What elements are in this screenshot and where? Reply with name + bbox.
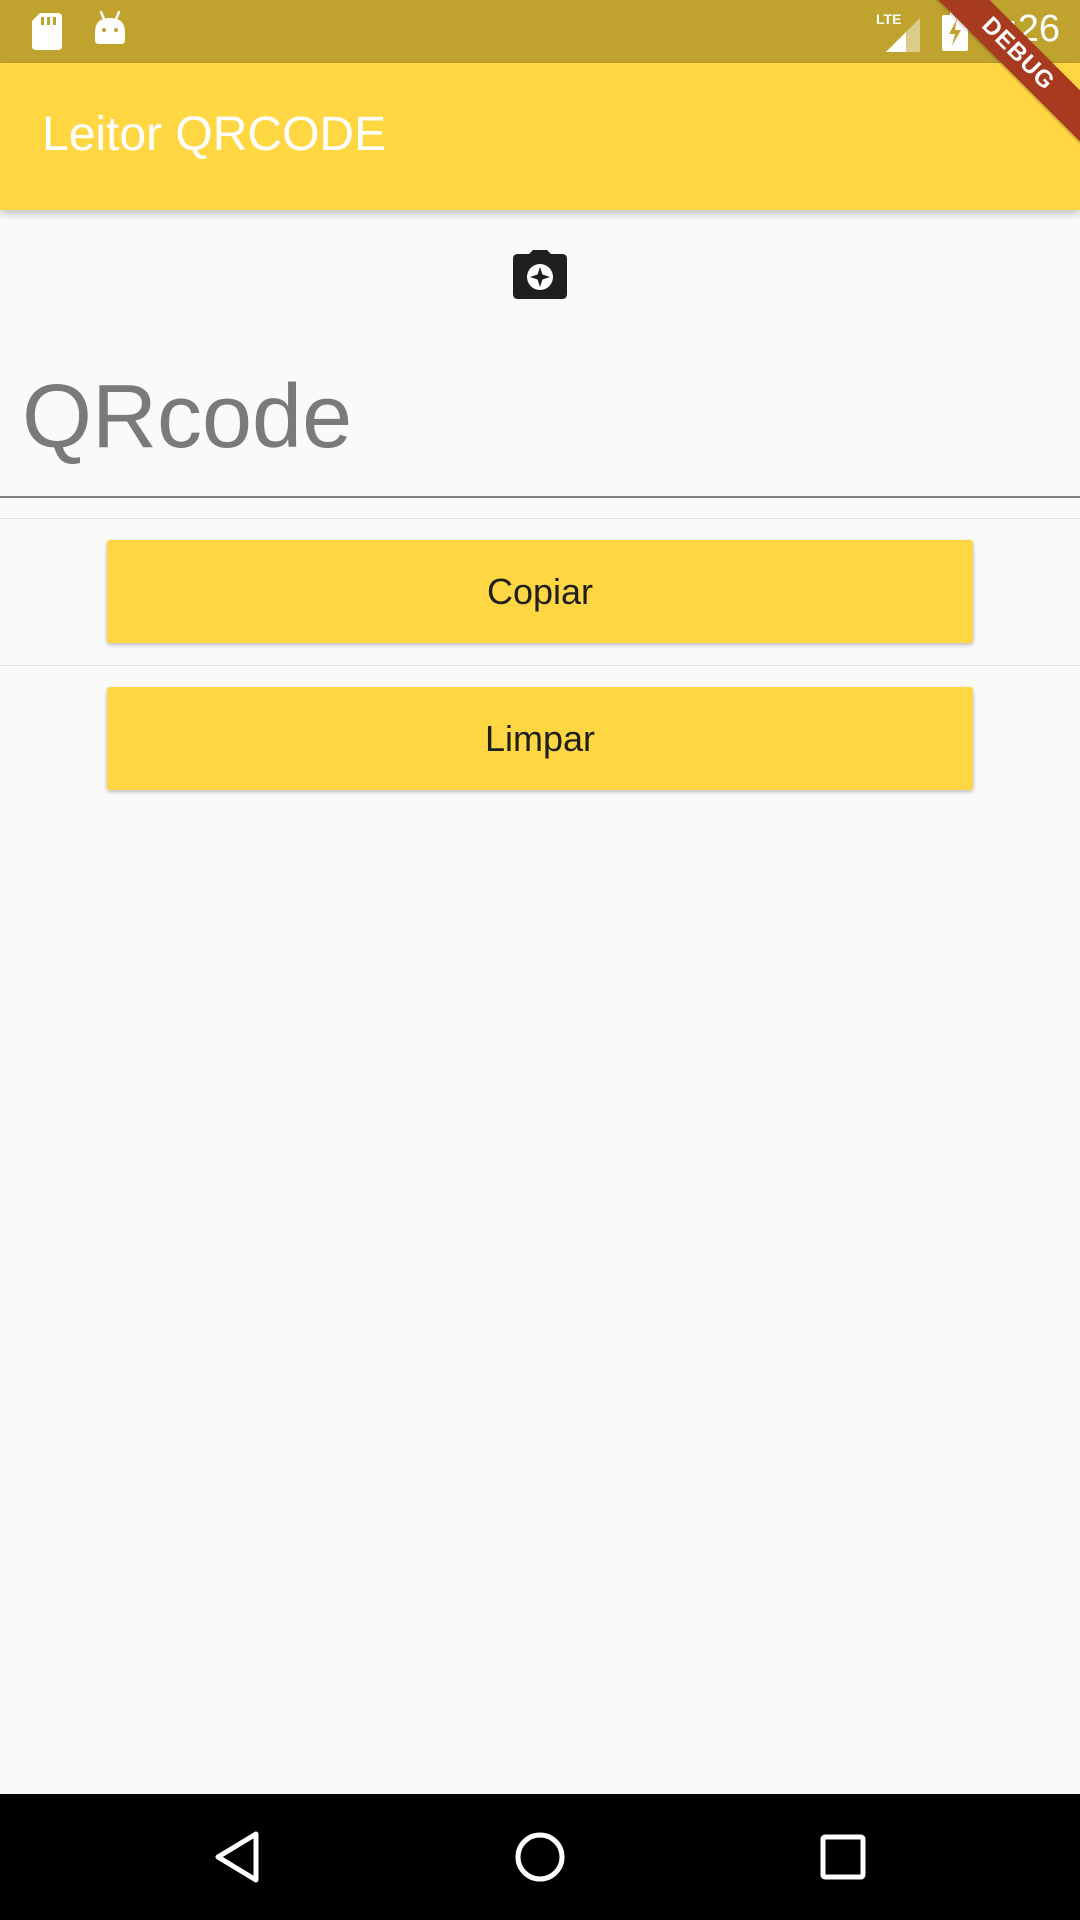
- lte-signal-icon: LTE: [876, 11, 920, 52]
- sd-card-icon: [32, 13, 62, 50]
- page-title: Leitor QRCODE: [42, 108, 387, 161]
- scan-button[interactable]: [500, 240, 580, 310]
- qr-code-field: [0, 340, 1080, 498]
- divider: [0, 665, 1080, 666]
- app-bar: Leitor QRCODE: [0, 63, 1080, 210]
- qr-code-input[interactable]: [22, 366, 1062, 469]
- field-underline: [0, 496, 1080, 498]
- home-button[interactable]: [507, 1824, 573, 1890]
- recents-button[interactable]: [810, 1824, 876, 1890]
- divider: [0, 518, 1080, 519]
- back-icon: [215, 1831, 259, 1883]
- status-bar: LTE 9:26: [0, 0, 1080, 63]
- copy-button-label: Copiar: [486, 570, 594, 612]
- camera-icon: [513, 250, 567, 299]
- back-button[interactable]: [204, 1824, 270, 1890]
- clear-button-label: Limpar: [484, 717, 596, 759]
- app-screen: LTE 9:26 DEBUG Leitor QRCODE Copiar: [0, 0, 1080, 1920]
- android-icon: [95, 10, 125, 44]
- clear-button[interactable]: Limpar: [107, 687, 973, 790]
- navigation-bar: [0, 1794, 1080, 1920]
- recents-icon: [820, 1834, 866, 1880]
- svg-text:LTE: LTE: [876, 11, 901, 27]
- copy-button[interactable]: Copiar: [107, 540, 973, 643]
- home-icon: [515, 1832, 565, 1882]
